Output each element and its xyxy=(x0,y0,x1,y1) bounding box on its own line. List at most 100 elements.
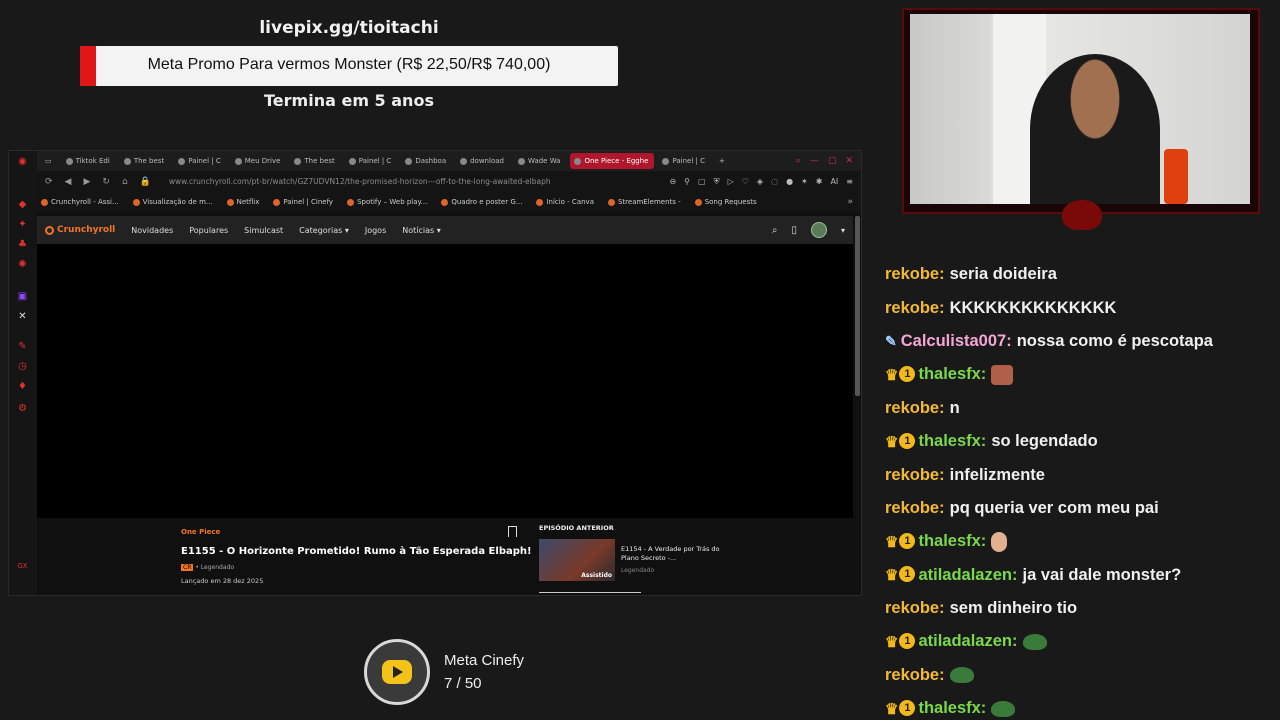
sidebar-social-icon[interactable]: ✦ xyxy=(17,219,28,230)
tab-favicon-icon xyxy=(234,157,242,165)
bookmark-item[interactable]: Quadro e poster G... xyxy=(441,198,522,206)
previous-episode-title[interactable]: E1154 - A Verdade por Trás do Plano Secr… xyxy=(621,545,721,563)
nav-categorias[interactable]: Categorias ▾ xyxy=(299,226,349,235)
play-icon[interactable]: ▷ xyxy=(728,177,734,187)
bookmark-favicon-icon xyxy=(441,198,449,206)
chat-text: infelizmente xyxy=(949,465,1045,484)
chat-username[interactable]: thalesfx: xyxy=(918,532,986,551)
chat-username[interactable]: rekobe: xyxy=(885,466,945,485)
tab-workspace-icon[interactable]: ▭ xyxy=(41,153,58,169)
bookmark-icon[interactable] xyxy=(508,526,517,537)
extension-icon[interactable]: ✱ xyxy=(816,177,823,187)
webcam-feed xyxy=(910,14,1250,204)
chat-username[interactable]: rekobe: xyxy=(885,599,945,618)
ai-icon[interactable]: AI xyxy=(830,177,838,187)
chat-username[interactable]: rekobe: xyxy=(885,499,945,518)
sidebar-extension-icon[interactable]: ♦ xyxy=(17,381,28,392)
chat-username[interactable]: Calculista007: xyxy=(901,332,1012,351)
nav-novidades[interactable]: Novidades xyxy=(131,226,173,235)
chat-username[interactable]: rekobe: xyxy=(885,299,945,318)
bookmark-icon[interactable]: ▯ xyxy=(791,225,797,236)
sidebar-game-icon[interactable]: ♣ xyxy=(17,239,28,250)
chat-username[interactable]: atiladalazen: xyxy=(918,632,1017,651)
forward-arrow-icon[interactable]: ▶ xyxy=(83,177,90,187)
opera-gx-icon[interactable]: ◉ xyxy=(17,156,28,167)
browser-tab[interactable]: Painel | C xyxy=(345,153,398,169)
browser-tab[interactable]: download xyxy=(456,153,510,169)
twitch-icon[interactable]: ▣ xyxy=(17,291,28,302)
chat-badges: ♛ 1 xyxy=(885,632,916,651)
screenshot-icon[interactable]: ▢ xyxy=(698,177,706,187)
goal-progress-bar: Meta Promo Para vermos Monster (R$ 22,50… xyxy=(80,46,618,86)
sidebar-shop-icon[interactable]: ◆ xyxy=(17,199,28,210)
heart-icon[interactable]: ♡ xyxy=(742,177,749,187)
refresh-icon[interactable]: ↻ xyxy=(102,177,110,187)
chat-username[interactable]: thalesfx: xyxy=(918,432,986,451)
crunchyroll-logo[interactable]: Crunchyroll xyxy=(45,225,115,235)
url-input[interactable]: www.crunchyroll.com/pt-br/watch/GZ7UDVN1… xyxy=(169,177,551,186)
search-tabs-icon[interactable]: ⌕ xyxy=(796,156,801,166)
browser-sidebar: ◉ ◆ ✦ ♣ ✺ ▣ ✕ ✎ ◷ ♦ ⚙ GX xyxy=(9,151,37,595)
browser-tab[interactable]: The best xyxy=(120,153,170,169)
zoom-icon[interactable]: ⊖ xyxy=(669,177,676,187)
nav-jogos[interactable]: Jogos xyxy=(365,226,386,235)
bookmark-item[interactable]: Início - Canva xyxy=(536,198,594,206)
tab-label: Wade Wa xyxy=(527,157,561,165)
bookmark-item[interactable]: Song Requests xyxy=(694,198,757,206)
browser-tab[interactable]: Painel | C xyxy=(658,153,711,169)
extension-icon[interactable]: ◌ xyxy=(771,177,778,187)
extension-icon[interactable]: ● xyxy=(786,177,793,187)
back-arrow-icon[interactable]: ◀ xyxy=(65,177,72,187)
browser-tab[interactable]: Wade Wa xyxy=(514,153,567,169)
home-icon[interactable]: ⌂ xyxy=(122,177,128,187)
nav-noticias[interactable]: Notícias ▾ xyxy=(402,226,441,235)
maximize-icon[interactable]: ▢ xyxy=(828,156,837,166)
close-icon[interactable]: ✕ xyxy=(845,156,853,166)
bookmark-item[interactable]: Visualização de m... xyxy=(132,198,213,206)
previous-episode-thumbnail[interactable]: Assistido xyxy=(539,539,615,581)
browser-tab[interactable]: Painel | C xyxy=(174,153,227,169)
bookmark-item[interactable]: Netflix xyxy=(226,198,259,206)
reload-icon[interactable]: ⟳ xyxy=(45,177,53,187)
nav-populares[interactable]: Populares xyxy=(189,226,228,235)
chat-username[interactable]: rekobe: xyxy=(885,399,945,418)
browser-tab[interactable]: Dashboa xyxy=(401,153,452,169)
sidebar-settings-icon[interactable]: ⚙ xyxy=(17,403,28,414)
chat-username[interactable]: thalesfx: xyxy=(918,699,986,718)
bookmark-item[interactable]: Painel | Cinefy xyxy=(273,198,333,206)
new-tab-icon[interactable]: + xyxy=(715,153,731,169)
sidebar-news-icon[interactable]: ✺ xyxy=(17,259,28,270)
chat-badges: ♛ 1 xyxy=(885,699,916,718)
bookmark-item[interactable]: Spotify – Web play... xyxy=(347,198,427,206)
sidebar-tool-icon[interactable]: ✎ xyxy=(17,341,28,352)
pin-icon[interactable]: ⚲ xyxy=(684,177,690,187)
x-icon[interactable]: ✕ xyxy=(17,311,28,322)
crown-icon: ♛ xyxy=(885,433,899,451)
chat-username[interactable]: thalesfx: xyxy=(918,365,986,384)
chat-username[interactable]: atiladalazen: xyxy=(918,566,1017,585)
browser-tab[interactable]: Tiktok Edi xyxy=(62,153,116,169)
page-scrollbar[interactable] xyxy=(855,216,860,396)
more-bookmarks-icon[interactable]: » xyxy=(847,197,861,207)
browser-tab[interactable]: One Piece - Egghe xyxy=(570,153,655,169)
chevron-down-icon[interactable]: ▾ xyxy=(841,226,845,235)
minimize-icon[interactable]: — xyxy=(810,156,819,166)
sidebar-history-icon[interactable]: ◷ xyxy=(17,361,28,372)
series-link[interactable]: One Piece xyxy=(181,528,220,536)
crown-icon: ♛ xyxy=(885,700,899,718)
extension-icon[interactable]: ✶ xyxy=(801,177,808,187)
chat-username[interactable]: rekobe: xyxy=(885,666,945,685)
video-player[interactable] xyxy=(37,244,853,518)
sidebar-gx-icon[interactable]: GX xyxy=(17,561,28,572)
bookmark-item[interactable]: Crunchyroll - Assi... xyxy=(41,198,119,206)
shield-icon[interactable]: ⛨ xyxy=(714,177,720,187)
nav-simulcast[interactable]: Simulcast xyxy=(244,226,283,235)
menu-icon[interactable]: ≡ xyxy=(846,177,853,187)
browser-tab[interactable]: The best xyxy=(290,153,340,169)
browser-tab[interactable]: Meu Drive xyxy=(231,153,287,169)
search-icon[interactable]: ⌕ xyxy=(772,225,778,236)
chat-username[interactable]: rekobe: xyxy=(885,265,945,284)
avatar[interactable] xyxy=(810,222,827,238)
bookmark-item[interactable]: StreamElements - xyxy=(607,198,681,206)
extension-icon[interactable]: ◈ xyxy=(757,177,763,187)
